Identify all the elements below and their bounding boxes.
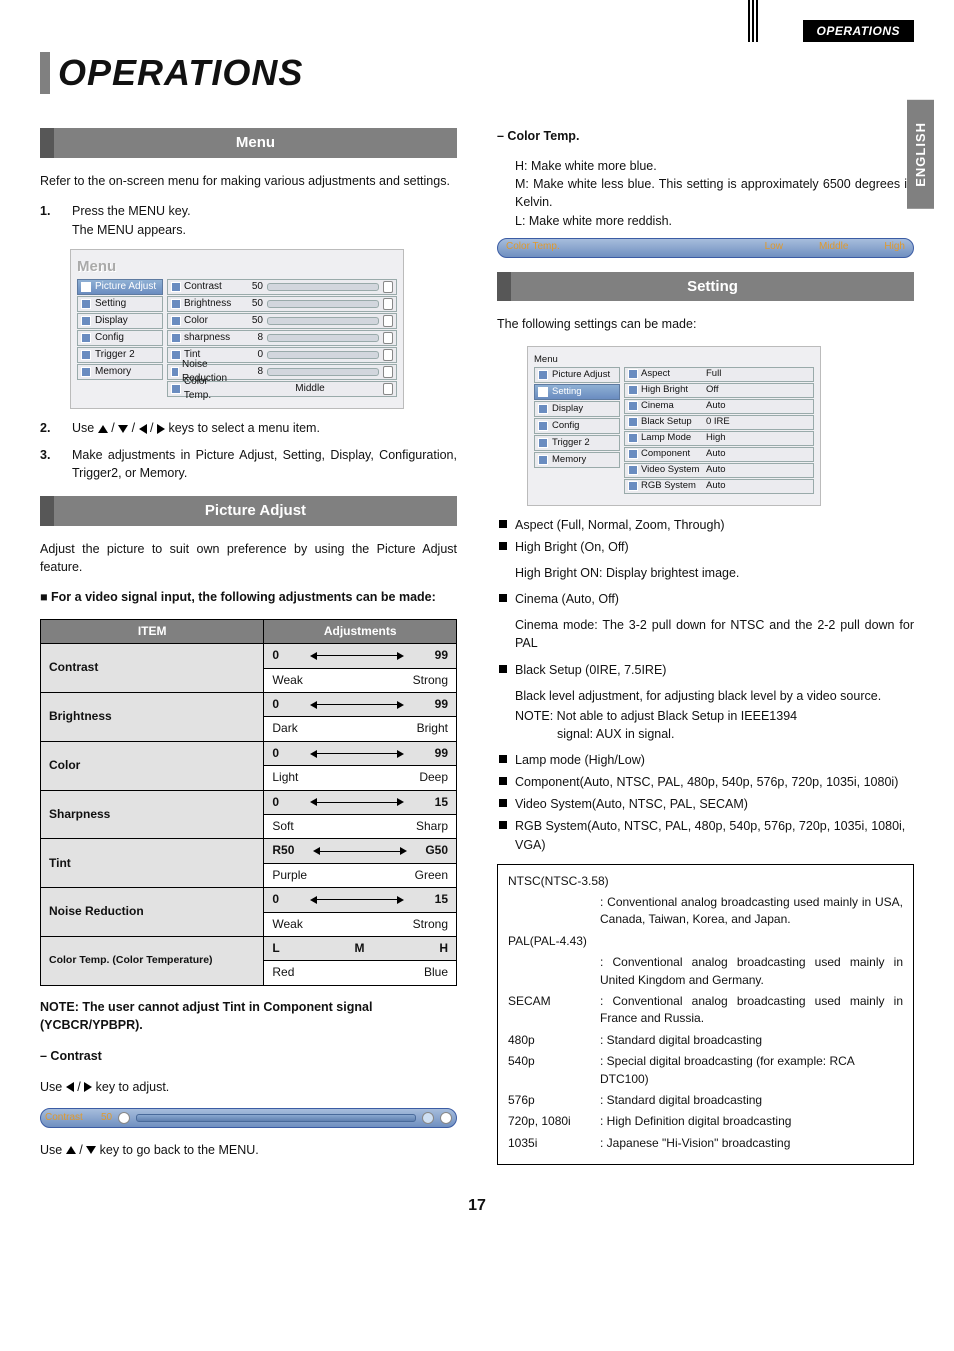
contrast-use: Use / key to adjust. [40,1078,457,1096]
step2-num: 2. [40,419,58,437]
color-temp-pill: Color Temp. Low Middle High [497,238,914,258]
running-head: OPERATIONS [803,20,914,42]
page-number: 17 [40,1197,914,1215]
back-to-menu: Use / key to go back to the MENU. [40,1141,457,1159]
contrast-slider-pill: Contrast 50 [40,1108,457,1128]
step3-text: Make adjustments in Picture Adjust, Sett… [72,446,457,482]
color-temp-subhead: – Color Temp. [497,127,914,145]
step3-num: 3. [40,446,58,482]
menu-icon [81,282,91,292]
ct-l: L: Make white more reddish. [515,212,914,230]
tint-note: NOTE: The user cannot adjust Tint in Com… [40,998,457,1034]
step1-num: 1. [40,202,58,238]
setting-bullets: Aspect (Full, Normal, Zoom, Through) Hig… [497,516,914,556]
step1-text: Press the MENU key. The MENU appears. [72,202,191,238]
osd-menu-picture-adjust: Menu Picture Adjust Setting Display Conf… [70,249,404,410]
up-arrow-icon [66,1146,76,1154]
broadcast-standards-box: NTSC(NTSC-3.58) : Conventional analog br… [497,864,914,1165]
section-picture-adjust: Picture Adjust [40,496,457,526]
language-tab: ENGLISH [907,100,934,209]
down-arrow-icon [86,1146,96,1154]
section-menu: Menu [40,128,457,158]
ct-h: H: Make white more blue. [515,157,914,175]
contrast-subhead: – Contrast [40,1047,457,1065]
menu-intro: Refer to the on-screen menu for making v… [40,172,457,190]
step2-text: Use / / / keys to select a menu item. [72,419,320,437]
picture-adjust-intro: Adjust the picture to suit own preferenc… [40,540,457,576]
ct-m: M: Make white less blue. This setting is… [515,175,914,211]
adjustments-table: ITEM Adjustments Contrast 099 WeakStrong… [40,619,457,986]
page-title: OPERATIONS [58,52,914,94]
left-arrow-icon [66,1082,74,1092]
right-arrow-icon [157,424,165,434]
left-arrow-icon [139,424,147,434]
right-arrow-icon [84,1082,92,1092]
down-arrow-icon [118,425,128,433]
setting-intro: The following settings can be made: [497,315,914,333]
section-setting: Setting [497,272,914,302]
picture-adjust-bold: ■ For a video signal input, the followin… [40,588,457,606]
osd-menu-setting: Menu Picture Adjust Setting Display Conf… [527,346,821,506]
up-arrow-icon [98,425,108,433]
crop-marks [748,0,758,42]
